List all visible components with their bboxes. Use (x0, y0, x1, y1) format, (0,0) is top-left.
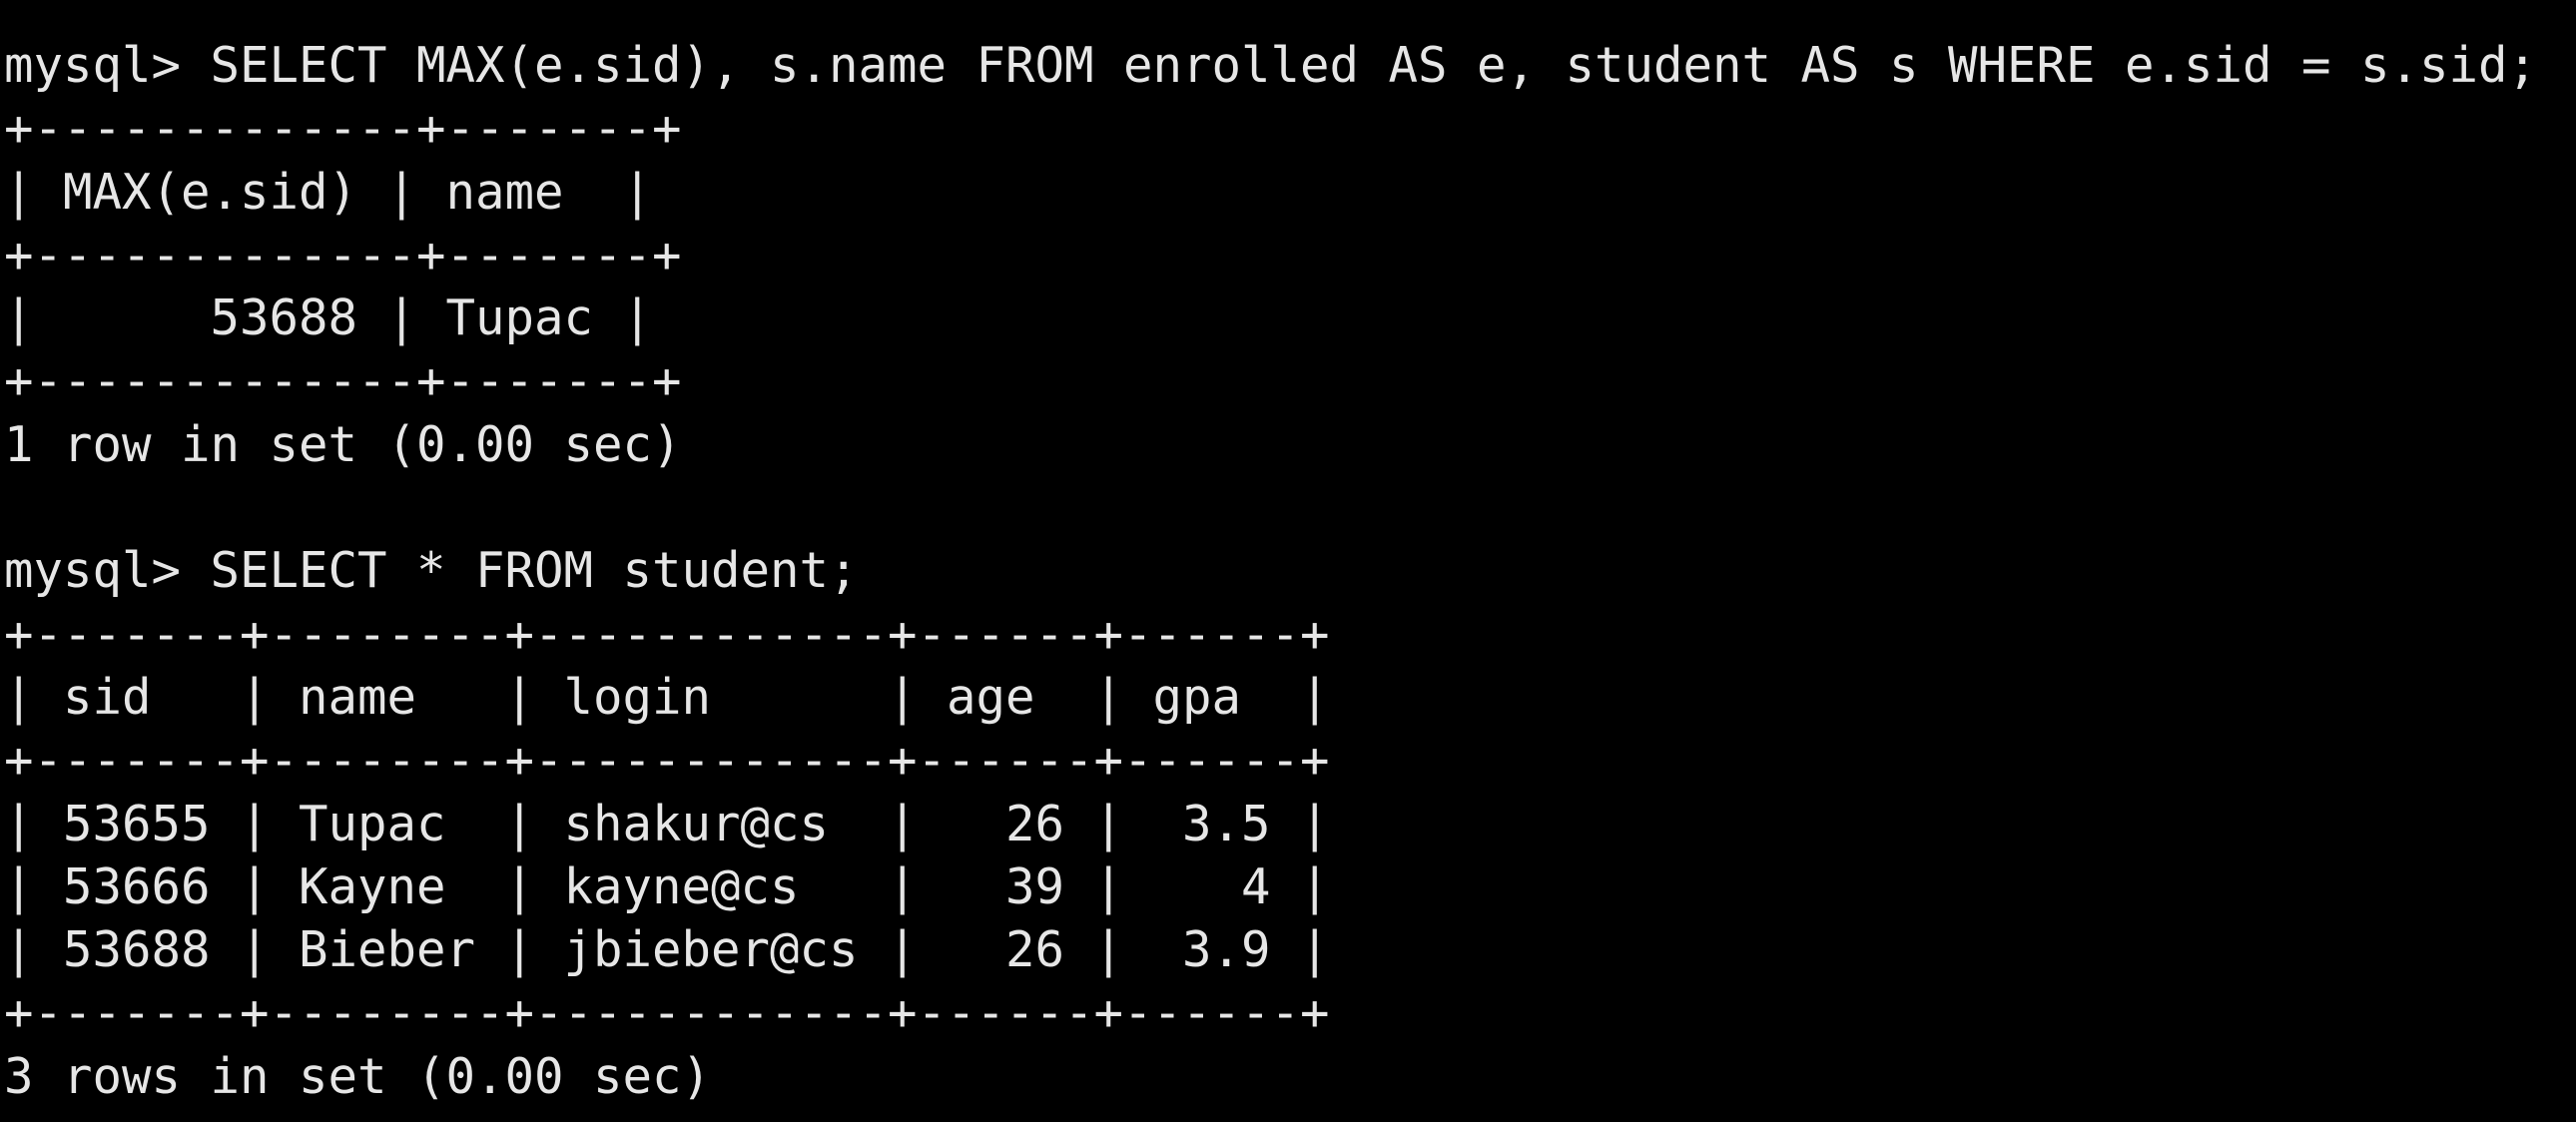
command-line: mysql> SELECT * FROM student; (0, 539, 2576, 602)
table-border: +-------+--------+------------+------+--… (4, 984, 1330, 1042)
query-text: SELECT MAX(e.sid), s.name FROM enrolled … (210, 37, 2538, 94)
table-border: +-------+--------+------------+------+--… (4, 732, 1330, 790)
terminal-window[interactable]: mysql> SELECT MAX(e.sid), s.name FROM en… (0, 0, 2576, 1122)
table-row: | 53666 | Kayne | kayne@cs | 39 | 4 | (4, 857, 1330, 915)
result-status: 3 rows in set (0.00 sec) (4, 1047, 712, 1105)
result-status: 1 row in set (0.00 sec) (4, 415, 682, 473)
table-row: | 53688 | Tupac | (4, 289, 653, 347)
table-row: | 53688 | Bieber | jbieber@cs | 26 | 3.9… (4, 921, 1330, 979)
table-border: +-------+--------+------------+------+--… (4, 605, 1330, 663)
table-border: +-------------+-------+ (4, 100, 682, 158)
table-row: | 53655 | Tupac | shakur@cs | 26 | 3.5 | (4, 795, 1330, 852)
table-border: +-------------+-------+ (4, 352, 682, 410)
table-header-row: | sid | name | login | age | gpa | (4, 668, 1330, 726)
command-line: mysql> SELECT MAX(e.sid), s.name FROM en… (0, 34, 2576, 97)
table-border: +-------------+-------+ (4, 226, 682, 283)
mysql-prompt: mysql> (4, 37, 211, 94)
mysql-prompt: mysql> (4, 542, 211, 600)
query-text: SELECT * FROM student; (210, 542, 859, 600)
table-header-row: | MAX(e.sid) | name | (4, 163, 653, 221)
